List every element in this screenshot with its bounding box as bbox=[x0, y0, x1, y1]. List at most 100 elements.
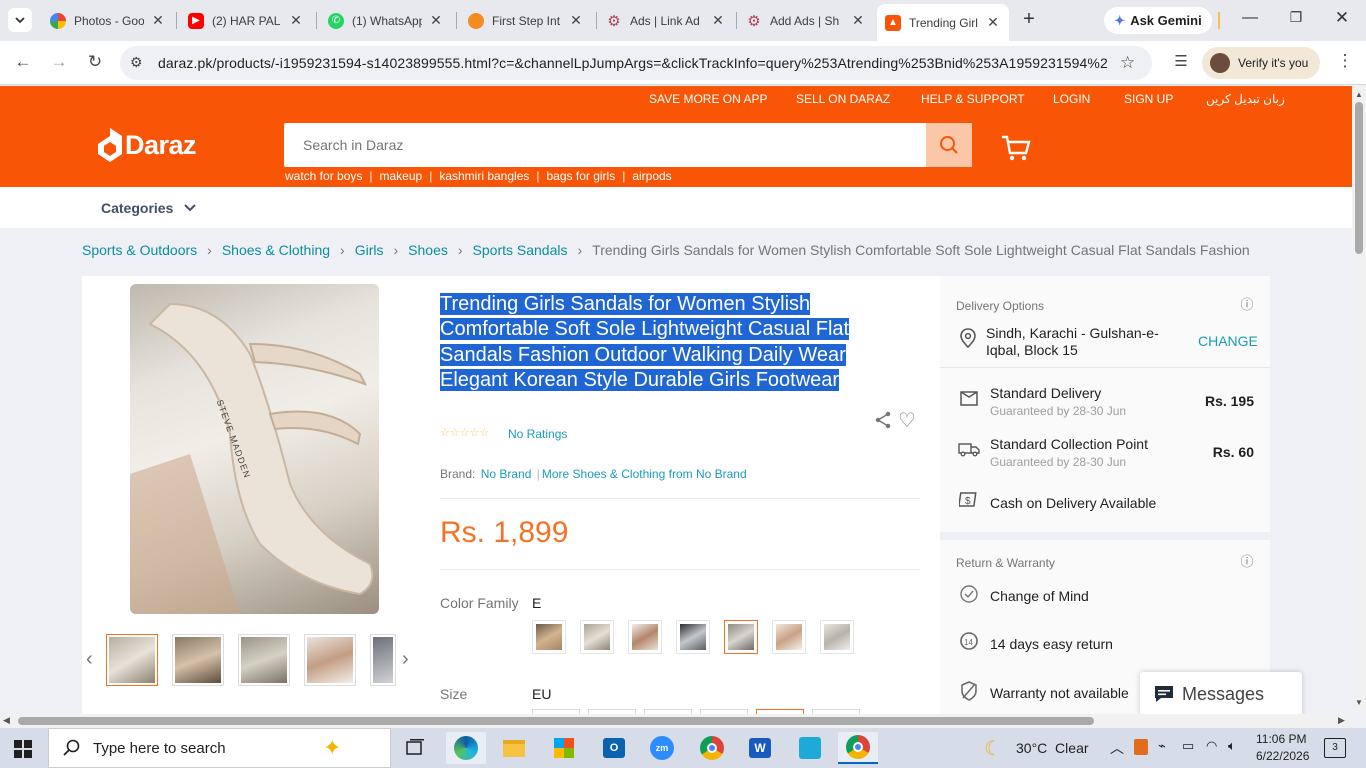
thumbnail-image[interactable] bbox=[304, 634, 356, 686]
forward-arrow-icon[interactable]: → bbox=[48, 52, 70, 72]
color-swatch[interactable] bbox=[532, 620, 566, 654]
vertical-scrollbar[interactable]: ▲ ▼ bbox=[1352, 86, 1366, 714]
browser-tab-photos[interactable]: Photos - Goo ✕ bbox=[42, 6, 174, 35]
notification-icon[interactable]: 3 bbox=[1324, 738, 1346, 758]
clock-time[interactable]: 11:06 PM bbox=[1256, 732, 1306, 746]
back-arrow-icon[interactable]: ← bbox=[12, 52, 34, 72]
color-swatch[interactable] bbox=[628, 620, 662, 654]
wifi-icon[interactable]: ◠ bbox=[1206, 738, 1217, 754]
task-view-icon[interactable] bbox=[396, 732, 436, 764]
tray-chevron-up-icon[interactable]: ︿ bbox=[1110, 738, 1124, 758]
word-icon[interactable]: W bbox=[740, 732, 780, 764]
horizontal-scrollbar[interactable]: ◀ ▶ bbox=[0, 714, 1352, 728]
browser-tab-daraz-active[interactable]: ▲ Trending Girl ✕ bbox=[877, 4, 1009, 41]
thumbnail-image[interactable] bbox=[106, 634, 158, 686]
language-switch-link[interactable]: زبان تبدیل کریں bbox=[1206, 92, 1285, 106]
site-info-icon[interactable]: ⚙ bbox=[130, 54, 143, 71]
breadcrumb-link[interactable]: Sports Sandals bbox=[473, 242, 568, 258]
close-icon[interactable]: ✕ bbox=[150, 12, 166, 29]
search-button[interactable] bbox=[926, 123, 972, 167]
breadcrumb-link[interactable]: Shoes & Clothing bbox=[222, 242, 330, 258]
thumbnail-next-arrow[interactable]: › bbox=[402, 648, 409, 671]
hot-keyword-link[interactable]: makeup bbox=[380, 169, 423, 183]
taskbar-search-box[interactable]: Type here to search ✦ bbox=[48, 728, 391, 768]
calendar-app-icon[interactable] bbox=[790, 732, 830, 764]
login-link[interactable]: LOGIN bbox=[1053, 92, 1090, 106]
wishlist-heart-icon[interactable]: ♡ bbox=[898, 408, 916, 433]
chrome-active-icon[interactable] bbox=[838, 732, 878, 764]
thumbnail-image[interactable] bbox=[370, 634, 396, 686]
new-tab-button[interactable]: + bbox=[1018, 8, 1040, 31]
zoom-icon[interactable]: zm bbox=[642, 732, 682, 764]
address-bar[interactable]: ⚙ daraz.pk/products/-i1959231594-s140238… bbox=[120, 46, 1152, 80]
close-icon[interactable]: ✕ bbox=[428, 12, 444, 29]
share-icon[interactable] bbox=[874, 411, 892, 434]
close-icon[interactable]: ✕ bbox=[710, 12, 726, 29]
browser-tab-whatsapp[interactable]: ✆ (1) WhatsApp ✕ bbox=[320, 6, 452, 35]
change-location-button[interactable]: CHANGE bbox=[1198, 333, 1258, 349]
color-swatch[interactable] bbox=[580, 620, 614, 654]
bookmark-star-icon[interactable]: ☆ bbox=[1120, 53, 1135, 73]
categories-dropdown[interactable]: Categories bbox=[101, 200, 197, 216]
ratings-link[interactable]: No Ratings bbox=[508, 427, 567, 441]
scrollbar-thumb[interactable] bbox=[1355, 102, 1363, 254]
tab-search-button[interactable] bbox=[8, 8, 32, 32]
meet-icon[interactable]: ⌁ bbox=[1158, 738, 1166, 754]
daraz-logo[interactable]: Daraz bbox=[98, 128, 197, 162]
thumbnail-image[interactable] bbox=[238, 634, 290, 686]
hot-keyword-link[interactable]: kashmiri bangles bbox=[439, 169, 529, 183]
outlook-icon[interactable]: O bbox=[594, 732, 634, 764]
close-icon[interactable]: ✕ bbox=[568, 12, 584, 29]
hot-keyword-link[interactable]: bags for girls bbox=[547, 169, 616, 183]
battery-icon[interactable]: ▭ bbox=[1182, 738, 1194, 754]
more-from-brand-link[interactable]: More Shoes & Clothing from No Brand bbox=[542, 467, 747, 481]
minimize-button[interactable]: — bbox=[1240, 9, 1260, 27]
microsoft-store-icon[interactable] bbox=[544, 732, 584, 764]
sell-on-daraz-link[interactable]: SELL ON DARAZ bbox=[796, 92, 890, 106]
weather-text[interactable]: 30°C Clear bbox=[1016, 740, 1089, 756]
clock-date[interactable]: 6/22/2026 bbox=[1256, 749, 1309, 763]
signup-link[interactable]: SIGN UP bbox=[1124, 92, 1173, 106]
weather-moon-icon[interactable]: ☾ bbox=[984, 736, 1002, 761]
messages-button[interactable]: Messages bbox=[1140, 672, 1302, 716]
speaker-icon[interactable]: 🔈︎ bbox=[1228, 738, 1236, 754]
close-icon[interactable]: ✕ bbox=[850, 12, 866, 29]
edge-browser-icon[interactable] bbox=[446, 732, 486, 764]
media-control-icon[interactable]: ☰ bbox=[1170, 52, 1192, 70]
ask-gemini-button[interactable]: ✦ Ask Gemini bbox=[1104, 7, 1212, 34]
reload-icon[interactable]: ↻ bbox=[84, 52, 106, 72]
hot-keyword-link[interactable]: airpods bbox=[632, 169, 671, 183]
help-support-link[interactable]: HELP & SUPPORT bbox=[921, 92, 1025, 106]
hot-keyword-link[interactable]: watch for boys bbox=[285, 169, 362, 183]
file-explorer-icon[interactable] bbox=[494, 732, 534, 764]
color-swatch[interactable] bbox=[676, 620, 710, 654]
cart-icon[interactable] bbox=[1000, 134, 1032, 167]
browser-tab-firststep[interactable]: First Step Int ✕ bbox=[460, 6, 592, 35]
info-icon[interactable]: ⓘ bbox=[1236, 551, 1258, 573]
breadcrumb-link[interactable]: Shoes bbox=[408, 242, 448, 258]
color-swatch[interactable] bbox=[772, 620, 806, 654]
info-icon[interactable]: ⓘ bbox=[1236, 294, 1258, 316]
color-swatch-selected[interactable] bbox=[724, 620, 758, 654]
breadcrumb-link[interactable]: Girls bbox=[355, 242, 384, 258]
browser-tab-ads-link[interactable]: ⚙ Ads | Link Ad ✕ bbox=[598, 6, 734, 35]
color-swatch[interactable] bbox=[820, 620, 854, 654]
restore-button[interactable]: ❐ bbox=[1286, 9, 1306, 26]
breadcrumb-link[interactable]: Sports & Outdoors bbox=[82, 242, 197, 258]
thumbnail-prev-arrow[interactable]: ‹ bbox=[86, 648, 93, 671]
search-input[interactable]: Search in Daraz bbox=[303, 137, 403, 153]
window-close-button[interactable]: ✕ bbox=[1332, 8, 1352, 28]
tray-app-icon[interactable] bbox=[1134, 739, 1148, 755]
browser-tab-add-ads[interactable]: ⚙ Add Ads | Sh ✕ bbox=[738, 6, 874, 35]
windows-start-icon[interactable] bbox=[14, 740, 32, 763]
product-main-image[interactable]: STEVE MADDEN bbox=[130, 284, 379, 614]
verify-profile-button[interactable]: Verify it's you bbox=[1202, 47, 1320, 79]
browser-tab-youtube[interactable]: ▶ (2) HAR PAL ✕ bbox=[180, 6, 312, 35]
chrome-icon[interactable] bbox=[692, 732, 732, 764]
thumbnail-image[interactable] bbox=[172, 634, 224, 686]
scrollbar-thumb[interactable] bbox=[18, 717, 1094, 725]
browser-menu-icon[interactable]: ⋮ bbox=[1334, 51, 1356, 71]
close-icon[interactable]: ✕ bbox=[985, 14, 1001, 31]
save-more-on-app-link[interactable]: SAVE MORE ON APP bbox=[649, 92, 767, 106]
brand-link[interactable]: No Brand bbox=[481, 467, 532, 481]
